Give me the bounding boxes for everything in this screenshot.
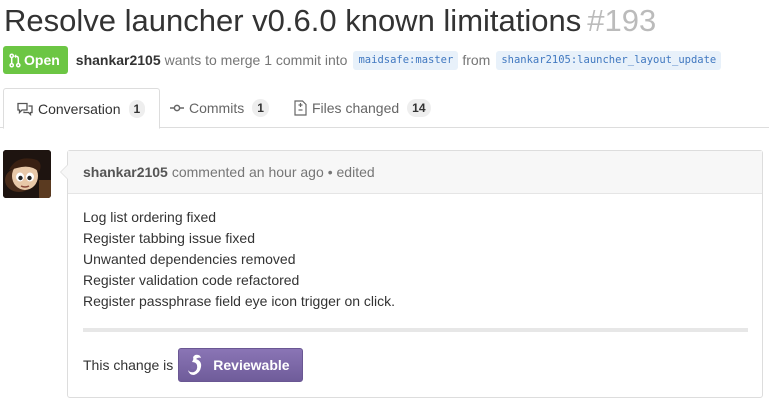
comment-author-link[interactable]: shankar2105: [83, 164, 168, 180]
comment-timestamp-link[interactable]: an hour ago: [249, 164, 324, 180]
reviewable-text: This change is: [83, 357, 174, 373]
tab-counter: 1: [128, 99, 146, 118]
avatar[interactable]: [3, 150, 51, 198]
pr-number: #193: [587, 3, 657, 38]
edited-indicator[interactable]: • edited: [328, 164, 375, 180]
comment-line: Log list ordering fixed: [83, 209, 217, 225]
merge-text: wants to merge 1 commit into: [164, 52, 348, 68]
reviewable-button[interactable]: Reviewable: [178, 348, 304, 382]
git-pull-request-icon: [9, 52, 21, 68]
state-badge: Open: [3, 46, 68, 74]
comment-discussion-icon: [17, 102, 33, 116]
tab-label: Conversation: [38, 100, 121, 117]
pr-meta: Open shankar2105 wants to merge 1 commit…: [3, 46, 725, 74]
tab-counter: 14: [407, 99, 431, 117]
base-branch-ref[interactable]: maidsafe:master: [353, 50, 459, 70]
comment-box: shankar2105 commented an hour ago • edit…: [60, 150, 763, 398]
tab-label: Commits: [189, 100, 245, 116]
state-label: Open: [24, 52, 60, 68]
comment-line: Unwanted dependencies removed: [83, 251, 296, 267]
comment-line: Register passphrase field eye icon trigg…: [83, 293, 396, 309]
horizontal-rule: [83, 328, 748, 332]
pr-author-link[interactable]: shankar2105: [76, 52, 161, 68]
tab-counter: 1: [252, 99, 269, 117]
comment-action: commented: [171, 164, 245, 180]
comment-body: Log list ordering fixed Register tabbing…: [83, 207, 395, 312]
reviewable-label: Reviewable: [213, 357, 290, 373]
comment-header: shankar2105 commented an hour ago • edit…: [68, 151, 762, 194]
from-text: from: [462, 52, 491, 68]
git-commit-icon: [170, 103, 184, 113]
pr-tabs: Conversation 1 Commits 1 Files changed 1…: [0, 88, 769, 129]
pr-title: Resolve launcher v0.6.0 known limitation…: [4, 0, 656, 44]
file-diff-icon: [294, 100, 307, 116]
comment-line: Register validation code refactored: [83, 272, 300, 288]
head-branch-ref[interactable]: shankar2105:launcher_layout_update: [496, 50, 722, 70]
pr-title-text: Resolve launcher v0.6.0 known limitation…: [4, 3, 582, 38]
reviewable-logo-icon: [186, 353, 206, 377]
tab-label: Files changed: [312, 100, 400, 116]
tab-files-changed[interactable]: Files changed 14: [294, 88, 431, 128]
tab-commits[interactable]: Commits 1: [170, 88, 269, 128]
reviewable-row: This change is Reviewable: [83, 348, 304, 382]
comment-line: Register tabbing issue fixed: [83, 230, 255, 246]
tab-conversation[interactable]: Conversation 1: [3, 88, 161, 129]
